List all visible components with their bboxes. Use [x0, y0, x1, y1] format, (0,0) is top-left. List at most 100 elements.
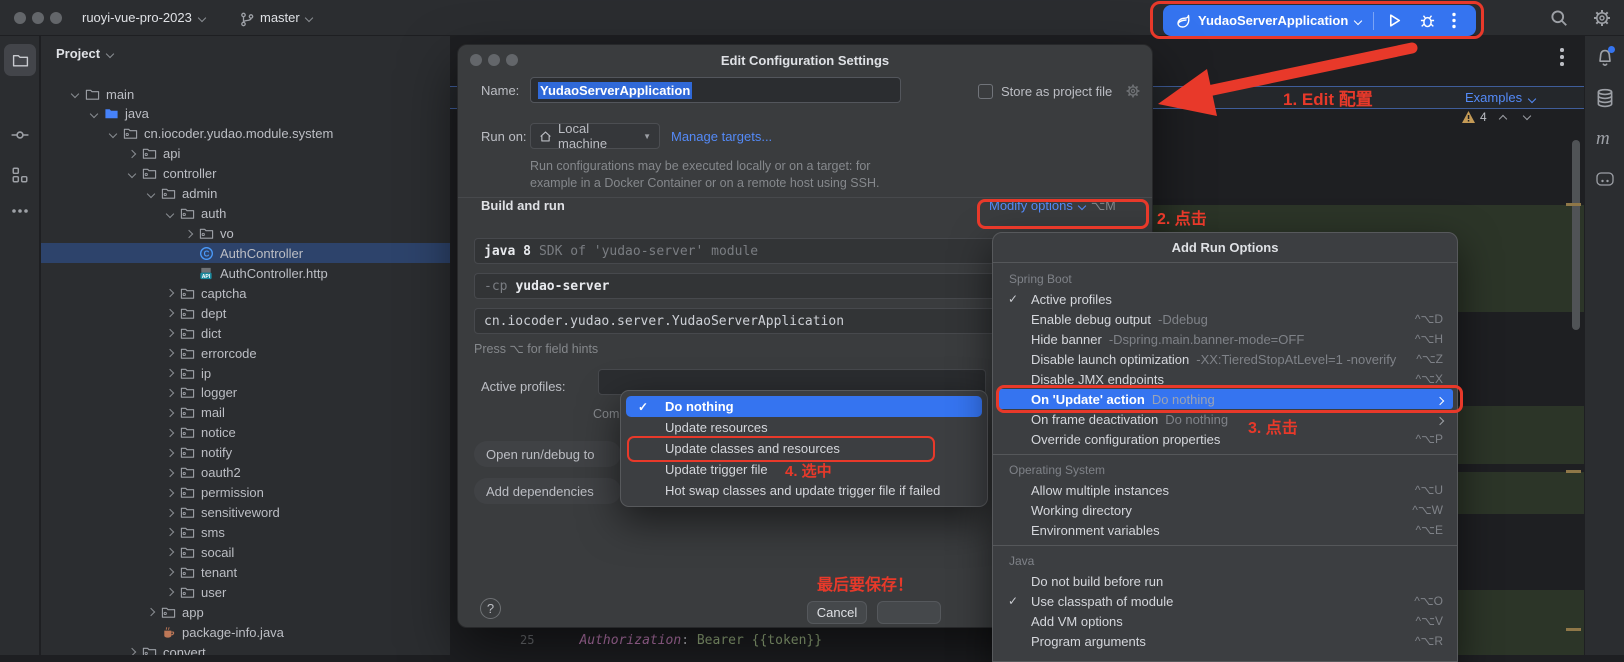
window-zoom-button[interactable]	[50, 12, 62, 24]
project-tool-button[interactable]	[4, 44, 36, 76]
tree-item-controller[interactable]: controller	[41, 164, 450, 184]
chevron-right-icon[interactable]	[162, 410, 178, 416]
open-run-debug-chip[interactable]: Open run/debug to	[474, 441, 621, 467]
chevron-right-icon[interactable]	[162, 589, 178, 595]
menu-item-do-not-build-before-run[interactable]: Do not build before run	[993, 571, 1457, 591]
tree-item-dept[interactable]: dept	[41, 303, 450, 323]
commit-tool-button[interactable]	[0, 126, 40, 144]
chevron-right-icon[interactable]	[181, 231, 197, 237]
name-input[interactable]: YudaoServerApplication	[530, 77, 901, 103]
chevron-down-icon[interactable]	[162, 211, 178, 217]
menu-item-program-arguments[interactable]: Program arguments^⌥R	[993, 631, 1457, 651]
store-settings-gear-icon[interactable]	[1125, 83, 1141, 99]
tree-item-user[interactable]: user	[41, 582, 450, 602]
manage-targets-link[interactable]: Manage targets...	[671, 129, 772, 144]
tree-item-java[interactable]: java	[41, 104, 450, 124]
menu-item-allow-multiple-instances[interactable]: Allow multiple instances^⌥U	[993, 480, 1457, 500]
structure-tool-button[interactable]	[0, 166, 40, 184]
tree-item-sms[interactable]: sms	[41, 522, 450, 542]
editor-more-icon[interactable]	[1560, 48, 1564, 66]
tree-item-notice[interactable]: notice	[41, 423, 450, 443]
tree-item-tenant[interactable]: tenant	[41, 562, 450, 582]
project-switcher[interactable]: ruoyi-vue-pro-2023	[82, 0, 205, 36]
chevron-down-icon[interactable]	[67, 91, 83, 97]
tree-item-permission[interactable]: permission	[41, 483, 450, 503]
menu-item-hide-banner[interactable]: Hide banner-Dspring.main.banner-mode=OFF…	[993, 329, 1457, 349]
chevron-down-icon[interactable]	[105, 131, 121, 137]
chevron-down-icon[interactable]	[124, 171, 140, 177]
examples-link[interactable]: Examples	[1465, 90, 1535, 105]
tree-item-convert[interactable]: convert	[41, 642, 450, 655]
tree-item-oauth2[interactable]: oauth2	[41, 463, 450, 483]
run-on-select[interactable]: Local machine ▼	[530, 123, 660, 149]
gradle-icon[interactable]	[1595, 170, 1615, 188]
error-stripe-mark[interactable]	[1566, 470, 1581, 473]
tree-item-package-info-java[interactable]: package-info.java	[41, 622, 450, 642]
chevron-right-icon[interactable]	[162, 390, 178, 396]
error-stripe-mark[interactable]	[1566, 628, 1581, 631]
branch-switcher[interactable]: master	[240, 0, 312, 36]
maven-icon[interactable]: m	[1596, 128, 1610, 150]
chevron-right-icon[interactable]	[124, 151, 140, 157]
menu-item-add-vm-options[interactable]: Add VM options^⌥V	[993, 611, 1457, 631]
chevron-right-icon[interactable]	[162, 450, 178, 456]
tree-item-errorcode[interactable]: errorcode	[41, 343, 450, 363]
database-icon[interactable]	[1595, 88, 1615, 108]
tree-item-cn-iocoder-yudao-module-system[interactable]: cn.iocoder.yudao.module.system	[41, 124, 450, 144]
project-panel-header[interactable]: Project	[56, 46, 113, 61]
menu-item-enable-debug-output[interactable]: Enable debug output-Ddebug^⌥D	[993, 309, 1457, 329]
chevron-right-icon[interactable]	[162, 510, 178, 516]
tree-item-notify[interactable]: notify	[41, 443, 450, 463]
dropdown-item-hot-swap-classes-and-update-trigger-file-if-failed[interactable]: Hot swap classes and update trigger file…	[621, 480, 987, 501]
chevron-right-icon[interactable]	[162, 330, 178, 336]
tree-item-admin[interactable]: admin	[41, 184, 450, 204]
chevron-right-icon[interactable]	[143, 609, 159, 615]
editor-scrollbar[interactable]	[1572, 140, 1580, 330]
chevron-right-icon[interactable]	[162, 350, 178, 356]
chevron-right-icon[interactable]	[162, 490, 178, 496]
prev-warning-icon[interactable]	[1499, 115, 1507, 123]
chevron-right-icon[interactable]	[162, 430, 178, 436]
help-button[interactable]: ?	[480, 598, 501, 619]
warning-icon[interactable]	[1461, 110, 1476, 124]
dropdown-item-update-resources[interactable]: Update resources	[621, 417, 987, 438]
dropdown-item-do-nothing[interactable]: ✓Do nothing	[626, 396, 982, 417]
window-close-button[interactable]	[14, 12, 26, 24]
chevron-right-icon[interactable]	[162, 549, 178, 555]
chevron-right-icon[interactable]	[162, 370, 178, 376]
tree-item-dict[interactable]: dict	[41, 323, 450, 343]
search-icon[interactable]	[1549, 8, 1569, 28]
tree-item-vo[interactable]: vo	[41, 224, 450, 244]
chevron-right-icon[interactable]	[162, 470, 178, 476]
cancel-button[interactable]: Cancel	[807, 601, 867, 624]
store-as-project-file-checkbox[interactable]	[978, 84, 993, 99]
menu-item-disable-launch-optimization[interactable]: Disable launch optimization-XX:TieredSto…	[993, 349, 1457, 369]
chevron-down-icon[interactable]	[143, 191, 159, 197]
menu-item-override-configuration-properties[interactable]: Override configuration properties^⌥P	[993, 429, 1457, 449]
chevron-down-icon[interactable]	[86, 111, 102, 117]
menu-item-use-classpath-of-module[interactable]: ✓Use classpath of module^⌥O	[993, 591, 1457, 611]
chevron-right-icon[interactable]	[162, 310, 178, 316]
next-warning-icon[interactable]	[1523, 112, 1531, 120]
chevron-right-icon[interactable]	[162, 569, 178, 575]
tree-item-authcontroller-http[interactable]: APIAuthController.http	[41, 263, 450, 283]
error-stripe-mark[interactable]	[1566, 203, 1581, 206]
tree-item-auth[interactable]: auth	[41, 204, 450, 224]
tree-item-api[interactable]: api	[41, 144, 450, 164]
tree-item-socail[interactable]: socail	[41, 542, 450, 562]
tree-item-captcha[interactable]: captcha	[41, 283, 450, 303]
tree-item-logger[interactable]: logger	[41, 383, 450, 403]
menu-item-environment-variables[interactable]: Environment variables^⌥E	[993, 520, 1457, 540]
settings-gear-icon[interactable]	[1592, 8, 1612, 28]
tree-item-authcontroller[interactable]: CAuthController	[41, 243, 450, 263]
tree-item-app[interactable]: app	[41, 602, 450, 622]
notifications-bell-icon[interactable]	[1595, 48, 1615, 68]
tree-item-ip[interactable]: ip	[41, 363, 450, 383]
menu-item-active-profiles[interactable]: ✓Active profiles	[993, 289, 1457, 309]
chevron-right-icon[interactable]	[162, 529, 178, 535]
window-minimize-button[interactable]	[32, 12, 44, 24]
add-dependencies-chip[interactable]: Add dependencies	[474, 478, 621, 504]
tree-item-sensitiveword[interactable]: sensitiveword	[41, 503, 450, 523]
more-tool-windows-icon[interactable]	[0, 208, 40, 214]
menu-item-working-directory[interactable]: Working directory^⌥W	[993, 500, 1457, 520]
